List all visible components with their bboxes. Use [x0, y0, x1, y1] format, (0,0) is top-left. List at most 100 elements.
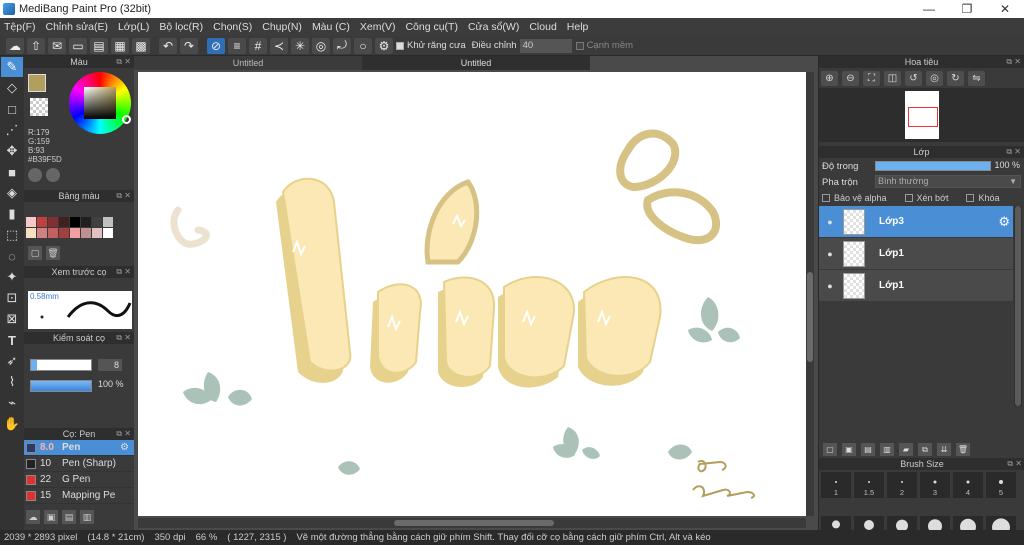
parallel-snap-icon[interactable]: ≡ [228, 37, 246, 54]
adjust-value-input[interactable]: 40 [519, 38, 572, 53]
brush-size-slider[interactable] [30, 359, 92, 371]
brush-file-icon[interactable]: ▥ [80, 510, 94, 524]
saturation-square[interactable] [84, 87, 116, 119]
palette-swatch[interactable] [59, 217, 69, 227]
menu-cloud[interactable]: Cloud [529, 21, 556, 33]
brush-size-option[interactable] [821, 516, 851, 530]
palette-swatch[interactable] [59, 228, 69, 238]
palette-swatch[interactable] [81, 217, 91, 227]
fill-rect-tool-icon[interactable]: ■ [1, 162, 23, 182]
visibility-icon[interactable]: ● [823, 247, 837, 261]
brush-item[interactable]: 10 Pen (Sharp) [24, 456, 134, 472]
maximize-button[interactable]: ❐ [948, 0, 986, 18]
panel-float-icon[interactable]: ⧉ ✕ [1006, 146, 1021, 158]
foreground-color-swatch[interactable] [28, 74, 46, 92]
layer-scrollbar[interactable] [1014, 206, 1022, 406]
palette-swatch[interactable] [37, 217, 47, 227]
panel-float-icon[interactable]: ⧉ ✕ [116, 190, 131, 202]
palette-swatch[interactable] [103, 228, 113, 238]
lasso-tool-icon[interactable]: ◌ [1, 246, 23, 266]
layer-item[interactable]: ● Lớp1 [819, 270, 1013, 301]
panel-float-icon[interactable]: ⧉ ✕ [116, 428, 131, 440]
gradient-tool-icon[interactable]: ▮ [1, 204, 23, 224]
bucket-tool-icon[interactable]: ◈ [1, 183, 23, 203]
visibility-icon[interactable]: ● [823, 215, 837, 229]
clipping-checkbox[interactable] [904, 194, 913, 202]
color-wheel[interactable] [69, 72, 131, 134]
page-icon[interactable]: ▦ [111, 37, 129, 54]
panel-float-icon[interactable]: ⧉ ✕ [116, 266, 131, 278]
chat-icon[interactable]: ▭ [69, 37, 87, 54]
merge-layer-icon[interactable]: ⇊ [937, 442, 951, 456]
menu-snap[interactable]: Chụp(N) [262, 21, 302, 33]
palette-swatch[interactable] [26, 217, 36, 227]
soft-edge-checkbox[interactable] [575, 41, 584, 50]
new-1bit-layer-icon[interactable]: ▥ [880, 442, 894, 456]
select-tool-icon[interactable]: ⬚ [1, 225, 23, 245]
palette-swatch[interactable] [48, 228, 58, 238]
curve-snap-icon[interactable]: ⤾ [333, 37, 351, 54]
circle-snap-icon[interactable]: ○ [354, 37, 372, 54]
hue-marker[interactable] [122, 115, 131, 124]
document-tab[interactable]: Untitled [134, 56, 362, 70]
shape-tool-icon[interactable]: □ [1, 99, 23, 119]
magic-wand-tool-icon[interactable]: ✦ [1, 267, 23, 287]
brush-size-option[interactable]: 1 [821, 472, 851, 498]
zoom-out-icon[interactable]: ⊖ [842, 70, 859, 86]
menu-color[interactable]: Màu (C) [312, 21, 350, 33]
share-icon[interactable]: ⇧ [27, 37, 45, 54]
layer-settings-icon[interactable]: ⚙ [998, 214, 1010, 230]
brush-item[interactable]: 8.0 Pen ⚙ [24, 440, 134, 456]
panel-float-icon[interactable]: ⧉ ✕ [116, 332, 131, 344]
palette-swatch[interactable] [92, 217, 102, 227]
palette-swatch[interactable] [70, 217, 80, 227]
palette-swatch[interactable] [37, 228, 47, 238]
delete-layer-icon[interactable]: 🗑 [956, 442, 970, 456]
lock-checkbox[interactable] [966, 194, 975, 202]
zoom-in-icon[interactable]: ⊕ [821, 70, 838, 86]
duplicate-layer-icon[interactable]: ⧉ [918, 442, 932, 456]
palette-swatch[interactable] [26, 228, 36, 238]
select-pen-tool-icon[interactable]: ⊡ [1, 288, 23, 308]
palette-swatch[interactable] [48, 217, 58, 227]
brush-size-option[interactable] [920, 516, 950, 534]
brush-size-option[interactable]: 1.5 [854, 472, 884, 498]
menu-layer[interactable]: Lớp(L) [118, 21, 149, 33]
brush-size-option[interactable]: 5 [986, 472, 1016, 498]
menu-select[interactable]: Chọn(S) [213, 21, 252, 33]
snap-settings-icon[interactable]: ⚙ [375, 37, 393, 54]
comment-icon[interactable]: ✉ [48, 37, 66, 54]
undo-icon[interactable]: ↶ [159, 37, 177, 54]
new-8bit-layer-icon[interactable]: ▤ [861, 442, 875, 456]
radial-snap-icon[interactable]: ✳ [291, 37, 309, 54]
palette-swatch[interactable] [103, 217, 113, 227]
brush-item[interactable]: 22 G Pen [24, 472, 134, 488]
layer-item[interactable]: ● Lớp3 ⚙ [819, 206, 1013, 237]
snap-off-icon[interactable]: ⊘ [207, 37, 225, 54]
close-button[interactable]: ✕ [986, 0, 1024, 18]
redo-icon[interactable]: ↷ [180, 37, 198, 54]
color-mode-icon[interactable] [28, 168, 42, 182]
brush-item[interactable]: 15 Mapping Pen [24, 488, 134, 504]
dot-tool-icon[interactable]: ⋰ [1, 120, 23, 140]
brush-size-option[interactable] [887, 516, 917, 532]
transparent-color-swatch[interactable] [30, 98, 48, 116]
document-tab-active[interactable]: Untitled [362, 56, 590, 70]
rotate-left-icon[interactable]: ↺ [905, 70, 922, 86]
divide-tool-icon[interactable]: ⌇ [1, 372, 23, 392]
perspective-snap-icon[interactable]: ≺ [270, 37, 288, 54]
grid-snap-icon[interactable]: # [249, 37, 267, 54]
text-tool-icon[interactable]: T [1, 330, 23, 350]
brush-menu-icon[interactable]: ▤ [62, 510, 76, 524]
navigator-preview[interactable] [819, 88, 1024, 142]
blend-mode-select[interactable]: Bình thường ▼ [875, 175, 1021, 188]
flip-icon[interactable]: ⇋ [968, 70, 985, 86]
cloud-icon[interactable]: ☁ [6, 37, 24, 54]
visibility-icon[interactable]: ● [823, 279, 837, 293]
brush-settings-icon[interactable]: ⚙ [120, 442, 129, 453]
menu-help[interactable]: Help [567, 21, 589, 33]
menu-view[interactable]: Xem(V) [360, 21, 396, 33]
menu-edit[interactable]: Chỉnh sửa(E) [46, 21, 108, 33]
new-halftone-layer-icon[interactable]: ▣ [842, 442, 856, 456]
horizontal-scrollbar[interactable] [138, 518, 806, 528]
